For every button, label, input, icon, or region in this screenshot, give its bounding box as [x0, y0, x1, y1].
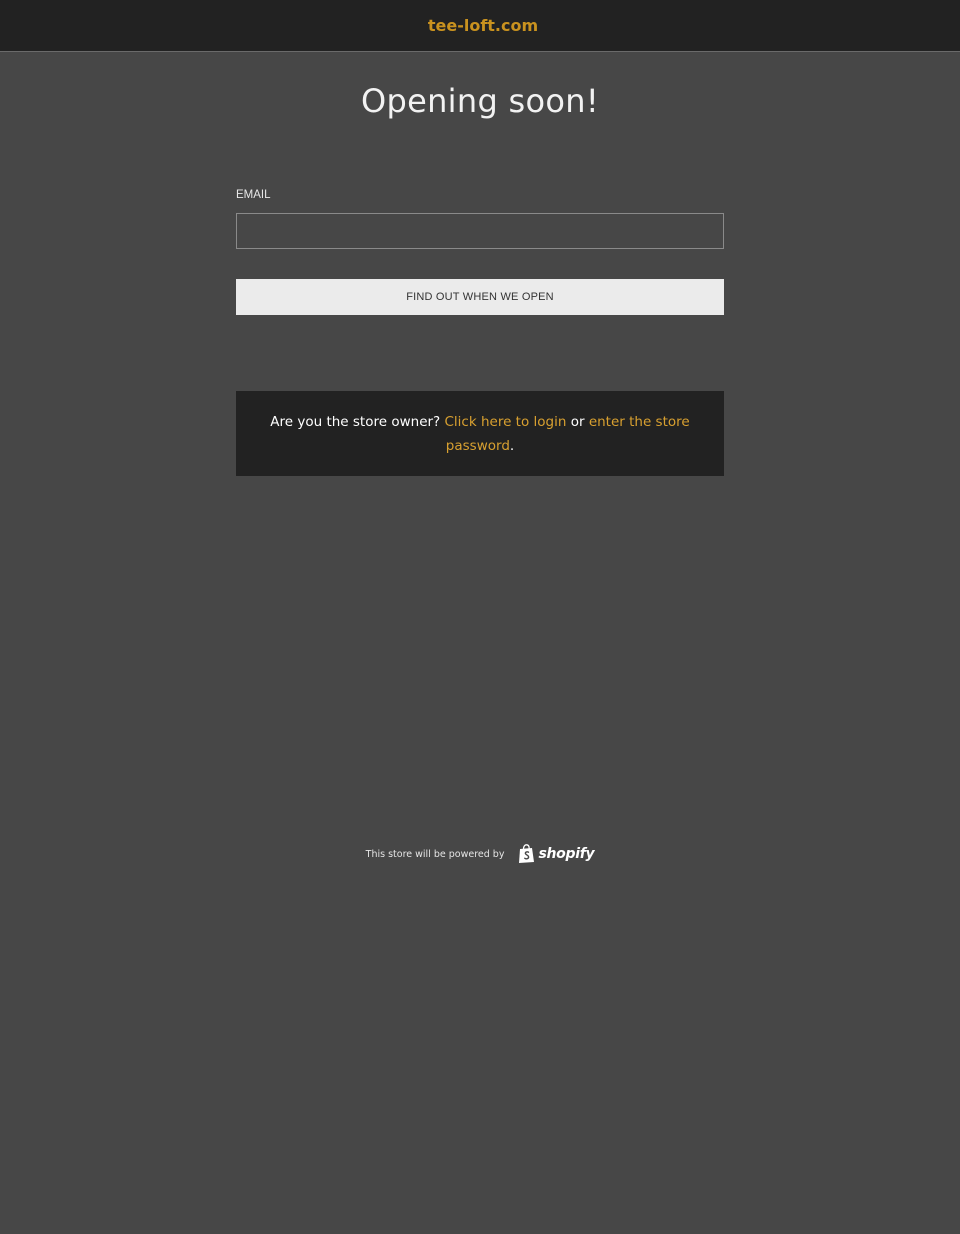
login-link[interactable]: Click here to login: [445, 414, 567, 430]
email-label: EMAIL: [236, 189, 271, 201]
footer: This store will be powered by shopify: [0, 842, 960, 866]
top-bar: tee-loft.com: [0, 0, 960, 52]
owner-suffix-text: .: [509, 438, 515, 454]
store-name-link[interactable]: tee-loft.com: [428, 16, 538, 35]
owner-prompt-text: Are you the store owner?: [270, 414, 445, 430]
shopify-bag-icon: [518, 844, 536, 864]
store-owner-box: Are you the store owner? Click here to l…: [236, 391, 724, 476]
find-out-when-we-open-button[interactable]: FIND OUT WHEN WE OPEN: [236, 279, 724, 315]
email-input[interactable]: [236, 213, 724, 249]
owner-or-text: or: [566, 414, 589, 430]
newsletter-form: EMAIL FIND OUT WHEN WE OPEN: [236, 188, 724, 315]
page-title: Opening soon!: [361, 82, 599, 120]
powered-by-text: This store will be powered by: [365, 848, 505, 860]
shopify-wordmark: shopify: [538, 846, 595, 862]
shopify-link[interactable]: shopify: [518, 844, 595, 864]
